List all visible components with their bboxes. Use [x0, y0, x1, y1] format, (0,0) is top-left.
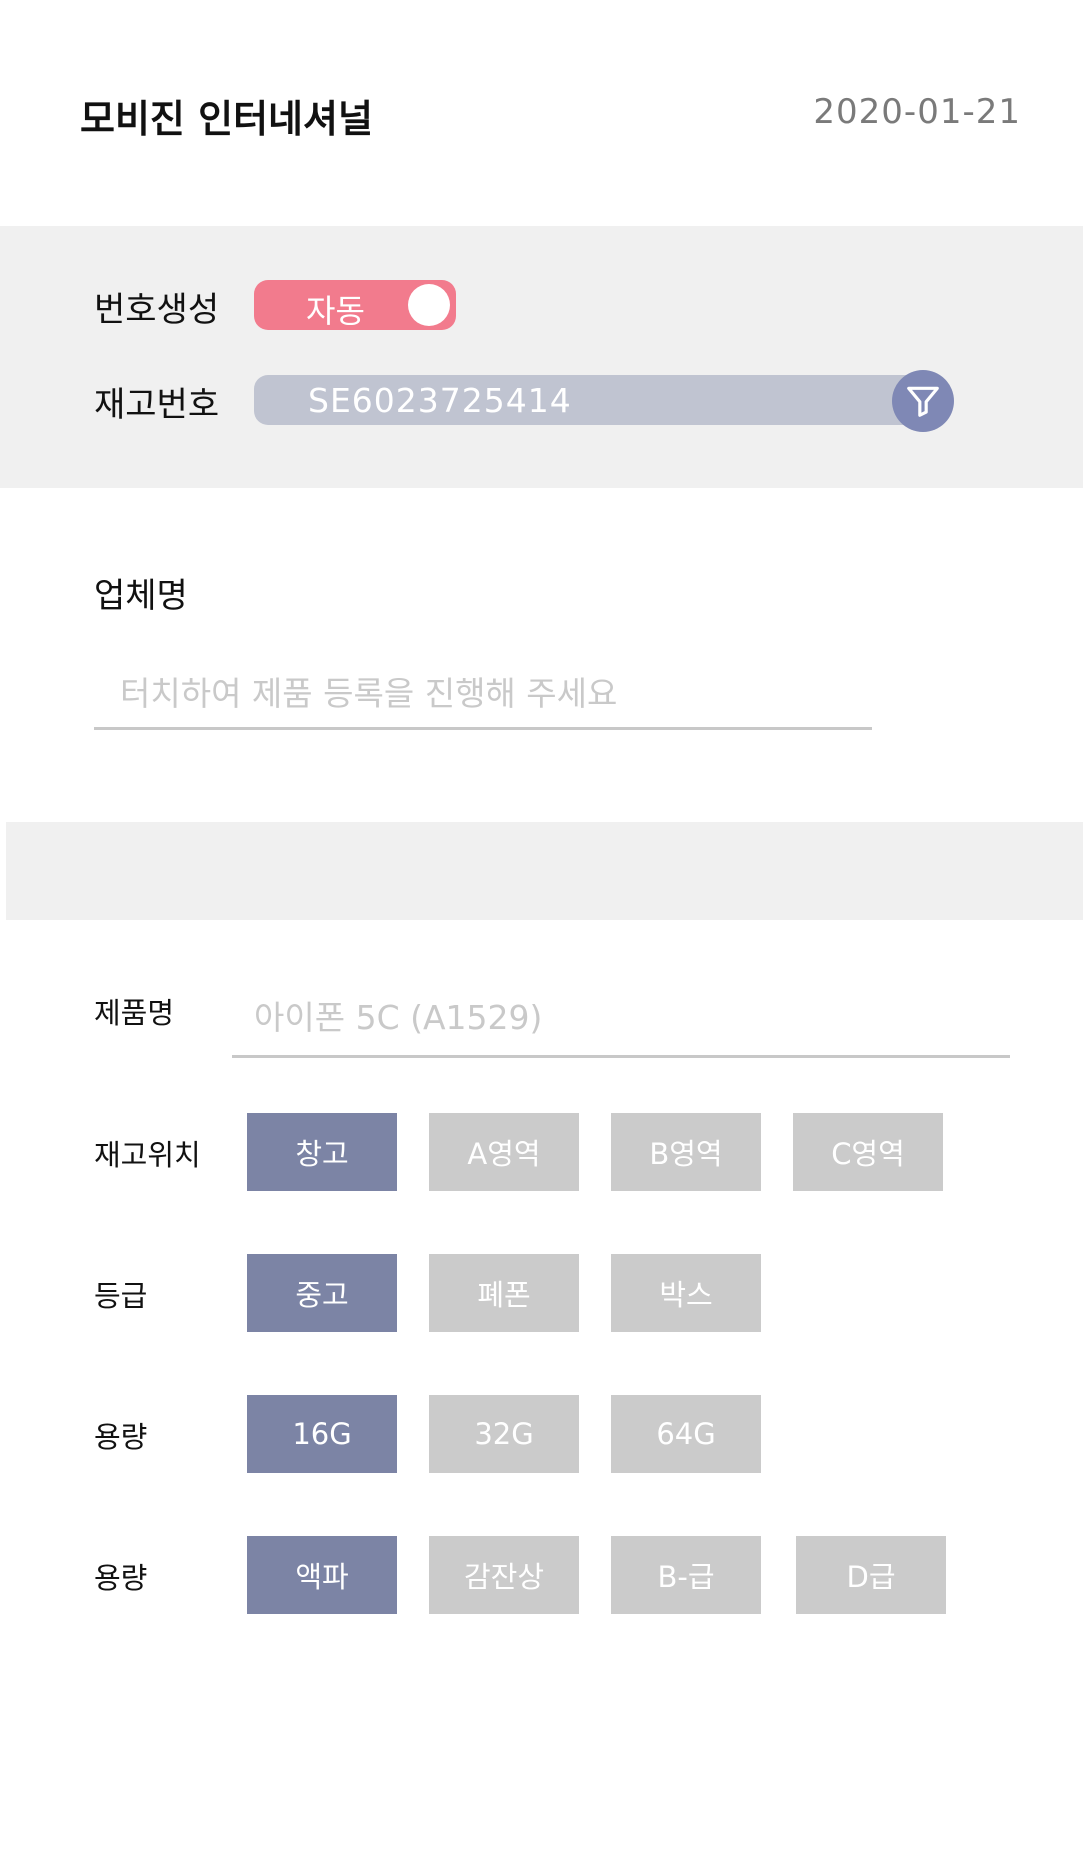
condition-chip[interactable]: D급: [796, 1536, 946, 1614]
location-chip[interactable]: 창고: [247, 1113, 397, 1191]
location-label: 재고위치: [94, 1138, 201, 1172]
condition-chip[interactable]: B-급: [611, 1536, 761, 1614]
toggle-label: 자동: [306, 292, 365, 330]
filter-icon: [907, 386, 939, 417]
location-chip[interactable]: B영역: [611, 1113, 761, 1191]
filter-button[interactable]: [892, 370, 954, 432]
numbering-label: 번호생성: [94, 290, 220, 330]
grade-chip[interactable]: 폐폰: [429, 1254, 579, 1332]
product-input[interactable]: [232, 980, 1010, 1058]
stock-number-field[interactable]: SE6023725414: [254, 375, 934, 425]
condition-label: 용량: [94, 1561, 148, 1595]
company-label: 업체명: [94, 576, 188, 616]
product-label: 제품명: [94, 996, 175, 1030]
auto-toggle[interactable]: 자동: [254, 280, 456, 330]
number-panel: [0, 226, 1083, 488]
condition-chip[interactable]: 액파: [247, 1536, 397, 1614]
location-chip[interactable]: C영역: [793, 1113, 943, 1191]
capacity-chip[interactable]: 16G: [247, 1395, 397, 1473]
grade-chip[interactable]: 박스: [611, 1254, 761, 1332]
capacity-label: 용량: [94, 1420, 148, 1454]
stock-number-label: 재고번호: [94, 385, 220, 425]
capacity-chip[interactable]: 32G: [429, 1395, 579, 1473]
grade-label: 등급: [94, 1279, 148, 1313]
grade-chip[interactable]: 중고: [247, 1254, 397, 1332]
date-text: 2020-01-21: [813, 92, 1021, 132]
condition-chip[interactable]: 감잔상: [429, 1536, 579, 1614]
location-chip[interactable]: A영역: [429, 1113, 579, 1191]
section-divider: [6, 822, 1083, 920]
stock-number-value: SE6023725414: [308, 381, 572, 420]
page-title: 모비진 인터네셔널: [80, 97, 373, 141]
capacity-chip[interactable]: 64G: [611, 1395, 761, 1473]
toggle-knob: [408, 284, 450, 326]
company-input[interactable]: [94, 660, 872, 730]
